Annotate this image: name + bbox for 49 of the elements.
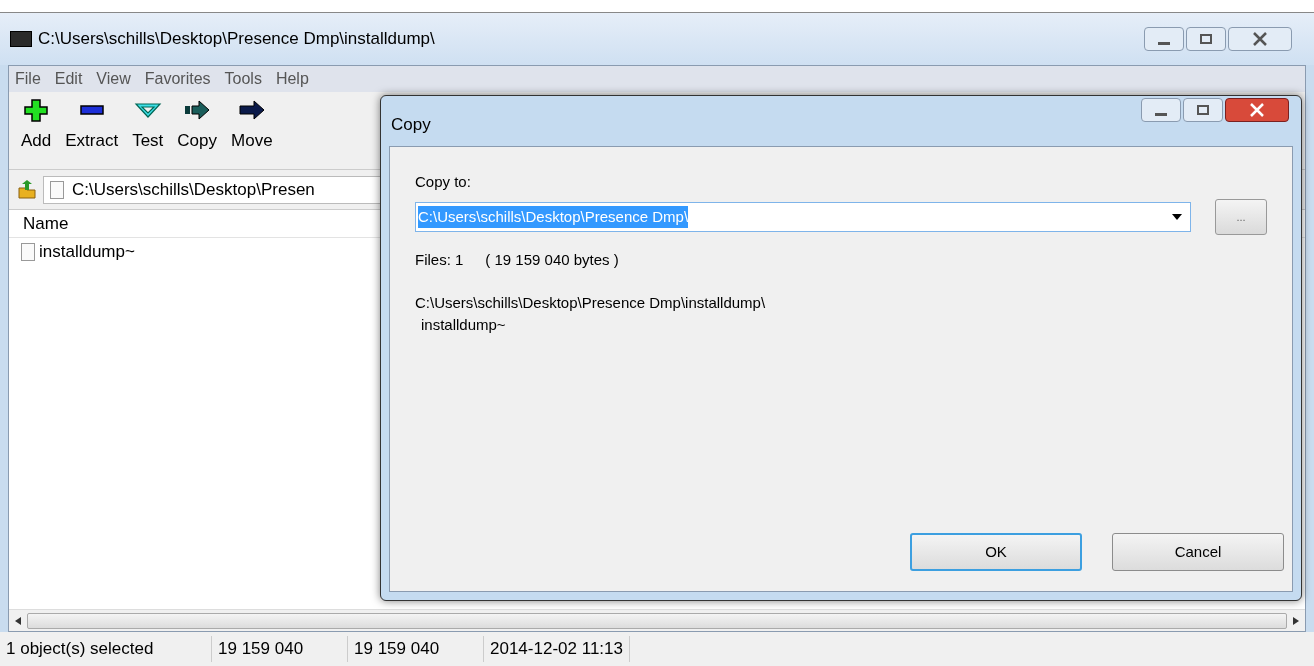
menu-item[interactable]: Tools (224, 67, 262, 91)
toolbar-button[interactable]: Copy (171, 98, 224, 154)
status-text: 2014-12-02 11:13 (484, 636, 630, 662)
close-button[interactable] (1228, 27, 1292, 51)
maximize-icon (1197, 105, 1209, 115)
folder-up-icon[interactable] (17, 179, 37, 200)
file-row[interactable]: installdump~ (9, 238, 309, 266)
files-count: Files: 1 (415, 250, 464, 270)
menu-item[interactable]: View (96, 67, 131, 91)
maximize-button[interactable] (1186, 27, 1226, 51)
minimize-button[interactable] (1144, 27, 1184, 51)
scroll-left-icon[interactable] (15, 616, 21, 625)
status-text: 19 159 040 (348, 636, 484, 662)
scroll-right-icon[interactable] (1293, 616, 1299, 625)
toolbar-button[interactable]: Extract (59, 98, 125, 154)
dialog-button[interactable]: OK (910, 533, 1082, 571)
menu-item[interactable]: Help (275, 67, 309, 91)
toolbar-button[interactable]: Add (15, 98, 58, 154)
minimize-icon (1158, 42, 1170, 45)
menu-item[interactable]: File (15, 67, 41, 91)
menu-item[interactable]: Favorites (144, 67, 211, 91)
files-size: ( 19 159 040 bytes ) (485, 250, 619, 270)
file-icon (50, 180, 64, 199)
menu-item[interactable]: Edit (54, 67, 83, 91)
file-icon (21, 243, 35, 261)
scroll-thumb[interactable] (27, 612, 1287, 629)
status-text: 19 159 040 (212, 636, 348, 662)
dialog-title: Copy (391, 114, 431, 136)
source-file: installdump~ (420, 315, 507, 335)
maximize-icon (1200, 34, 1212, 44)
close-button[interactable] (1225, 98, 1289, 122)
minimize-icon (1155, 113, 1167, 116)
source-path: C:\Users\schills\Desktop\Presence Dmp\installdump\ (415, 292, 767, 313)
toolbar-button[interactable]: Move (225, 98, 279, 154)
window-title: C:\Users\schills\Desktop\Presence Dmp\installdump\ (38, 28, 435, 51)
browse-button[interactable]: ... (1215, 199, 1267, 235)
arrow-icon (236, 98, 267, 122)
status-text: 1 object(s) selected (0, 636, 212, 662)
maximize-button[interactable] (1183, 98, 1223, 122)
minimize-button[interactable] (1141, 98, 1181, 122)
column-header[interactable]: Name (23, 210, 69, 237)
horizontal-scrollbar[interactable] (9, 609, 1305, 631)
dropdown-icon[interactable] (1172, 214, 1182, 220)
dialog-button[interactable]: Cancel (1112, 533, 1284, 571)
app-logo-icon (10, 31, 32, 47)
copy-to-label: Copy to: (415, 172, 472, 192)
close-icon (1252, 32, 1268, 46)
toolbar-button[interactable]: Test (126, 98, 170, 154)
close-icon (1249, 103, 1265, 117)
